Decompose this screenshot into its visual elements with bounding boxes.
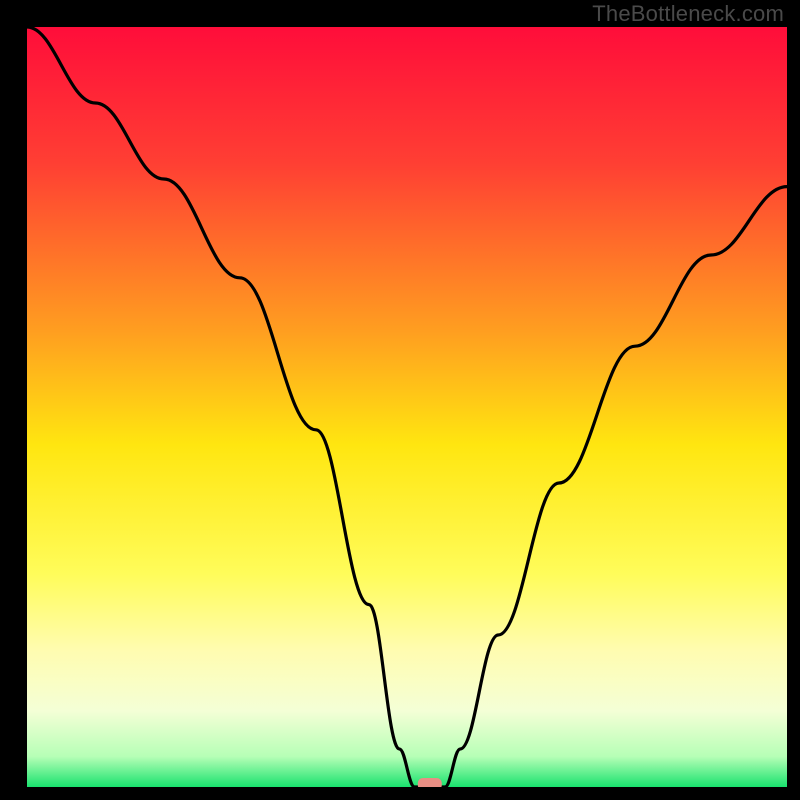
chart-svg xyxy=(27,27,787,787)
chart-background-gradient xyxy=(27,27,787,787)
chart-frame: TheBottleneck.com xyxy=(0,0,800,800)
chart-plot-area xyxy=(27,27,787,787)
watermark-label: TheBottleneck.com xyxy=(592,1,784,27)
chart-marker xyxy=(418,778,442,787)
